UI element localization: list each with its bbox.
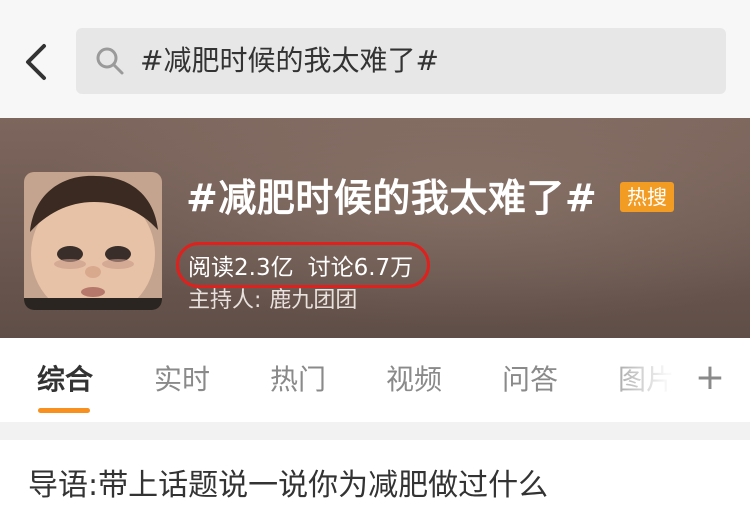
search-bar[interactable]: #减肥时候的我太难了#: [76, 28, 726, 94]
section-divider: [0, 422, 750, 440]
tab-qa[interactable]: 问答: [500, 338, 560, 422]
topic-title: #减肥时候的我太难了#: [186, 176, 598, 220]
topic-avatar[interactable]: [24, 172, 162, 310]
tab-realtime[interactable]: 实时: [152, 338, 212, 422]
active-tab-indicator: [38, 408, 90, 413]
chevron-left-icon: [26, 44, 46, 80]
stats-highlight-circle: [176, 242, 430, 288]
hot-badge: 热搜: [620, 182, 674, 212]
plus-icon[interactable]: +: [686, 338, 734, 422]
baby-face-image: [24, 172, 162, 310]
tab-hot[interactable]: 热门: [268, 338, 328, 422]
tab-video[interactable]: 视频: [384, 338, 444, 422]
topic-tabs: 综合 实时 热门 视频 问答 图片 +: [0, 338, 750, 423]
host-label: 主持人:: [188, 288, 262, 313]
topic-intro: 导语:带上话题说一说你为减肥做过什么: [28, 468, 549, 503]
back-button[interactable]: [18, 38, 58, 86]
search-query[interactable]: #减肥时候的我太难了#: [140, 28, 439, 94]
topic-host[interactable]: 主持人: 鹿九团团: [188, 286, 365, 316]
topic-header: #减肥时候的我太难了# 热搜 阅读2.3亿 讨论6.7万 主持人: 鹿九团团: [0, 118, 750, 338]
search-icon: [96, 47, 124, 75]
tab-fade-overlay: [595, 338, 685, 422]
host-name[interactable]: 鹿九团团: [269, 288, 357, 313]
top-bar: #减肥时候的我太难了#: [0, 0, 750, 118]
